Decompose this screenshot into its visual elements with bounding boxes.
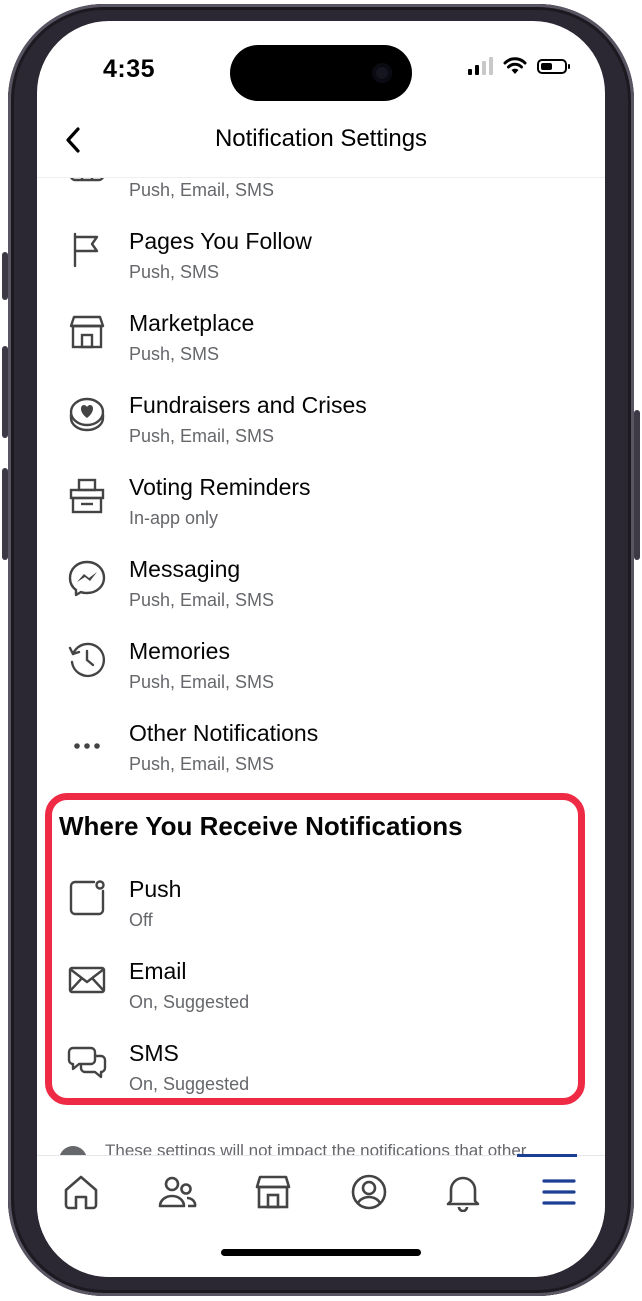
- item-sub: Push, Email, SMS: [129, 590, 275, 610]
- ballot-box-icon: [67, 476, 107, 516]
- item-sub: Push, SMS: [129, 344, 220, 364]
- wifi-icon: [503, 57, 527, 74]
- list-item-fundraisers[interactable]: Fundraisers and Crises Push, Email, SMS: [37, 382, 605, 464]
- bell-icon: [446, 1176, 480, 1213]
- tab-notifications[interactable]: [443, 1172, 487, 1216]
- item-label: Marketplace: [129, 310, 255, 336]
- list-item-marketplace[interactable]: Marketplace Push, SMS: [37, 300, 605, 382]
- marketplace-icon: [255, 1175, 291, 1209]
- tab-bar: [37, 1154, 605, 1277]
- volume-down-button: [2, 468, 8, 560]
- item-sub: Push, Email, SMS: [129, 754, 275, 774]
- list-item-messaging[interactable]: Messaging Push, Email, SMS: [37, 546, 605, 628]
- clock-history-icon: [67, 640, 107, 680]
- status-time: 4:35: [103, 55, 156, 83]
- item-label: Memories: [129, 638, 230, 664]
- messenger-icon: [67, 558, 107, 598]
- camera-icon: [372, 63, 392, 83]
- home-icon: [64, 1175, 98, 1210]
- storefront-icon: [67, 312, 107, 352]
- settings-list: Push, Email, SMS Pages You Follow Push, …: [37, 178, 605, 1155]
- tab-friends[interactable]: [157, 1172, 201, 1216]
- item-sub: Push, Email, SMS: [129, 672, 275, 692]
- item-label: Other Notifications: [129, 720, 319, 746]
- item-label: Messaging: [129, 556, 241, 582]
- cellular-signal-icon: [468, 57, 493, 75]
- list-item-other-notifications[interactable]: Other Notifications Push, Email, SMS: [37, 710, 605, 792]
- screen: 4:35 Notification Settings Push, Email, …: [37, 21, 605, 1277]
- info-icon: [59, 1146, 87, 1155]
- event-calendar-icon: [67, 178, 107, 188]
- volume-up-button: [2, 346, 8, 438]
- flag-icon: [67, 230, 107, 270]
- item-sub: In-app only: [129, 508, 219, 528]
- nav-bar: Notification Settings: [37, 113, 605, 178]
- home-indicator[interactable]: [221, 1249, 421, 1256]
- menu-icon: [542, 1179, 576, 1205]
- item-label: Voting Reminders: [129, 474, 311, 500]
- action-button: [2, 252, 8, 300]
- battery-icon: [537, 58, 570, 74]
- friends-icon: [158, 1176, 197, 1208]
- highlight-box: [45, 793, 585, 1105]
- page-title: Notification Settings: [214, 125, 428, 152]
- item-sub: Push, Email, SMS: [129, 180, 275, 200]
- tab-home[interactable]: [61, 1172, 105, 1216]
- heart-coin-icon: [67, 394, 107, 434]
- tab-menu[interactable]: [539, 1172, 583, 1216]
- dynamic-island: [230, 45, 412, 101]
- tab-profile[interactable]: [349, 1172, 393, 1216]
- active-tab-indicator: [517, 1154, 577, 1157]
- status-icons: [468, 57, 570, 75]
- more-dots-icon: [67, 722, 107, 762]
- item-label: Pages You Follow: [129, 228, 312, 254]
- list-item-voting-reminders[interactable]: Voting Reminders In-app only: [37, 464, 605, 546]
- list-item-pages-you-follow[interactable]: Pages You Follow Push, SMS: [37, 218, 605, 300]
- footnote-text: These settings will not impact the notif…: [105, 1141, 527, 1155]
- profile-icon: [351, 1174, 387, 1210]
- power-button: [634, 410, 640, 560]
- list-item-memories[interactable]: Memories Push, Email, SMS: [37, 628, 605, 710]
- list-item-events[interactable]: Push, Email, SMS: [37, 178, 605, 218]
- tab-marketplace[interactable]: [253, 1172, 297, 1216]
- item-sub: Push, Email, SMS: [129, 426, 275, 446]
- item-sub: Push, SMS: [129, 262, 220, 282]
- item-label: Fundraisers and Crises: [129, 392, 367, 418]
